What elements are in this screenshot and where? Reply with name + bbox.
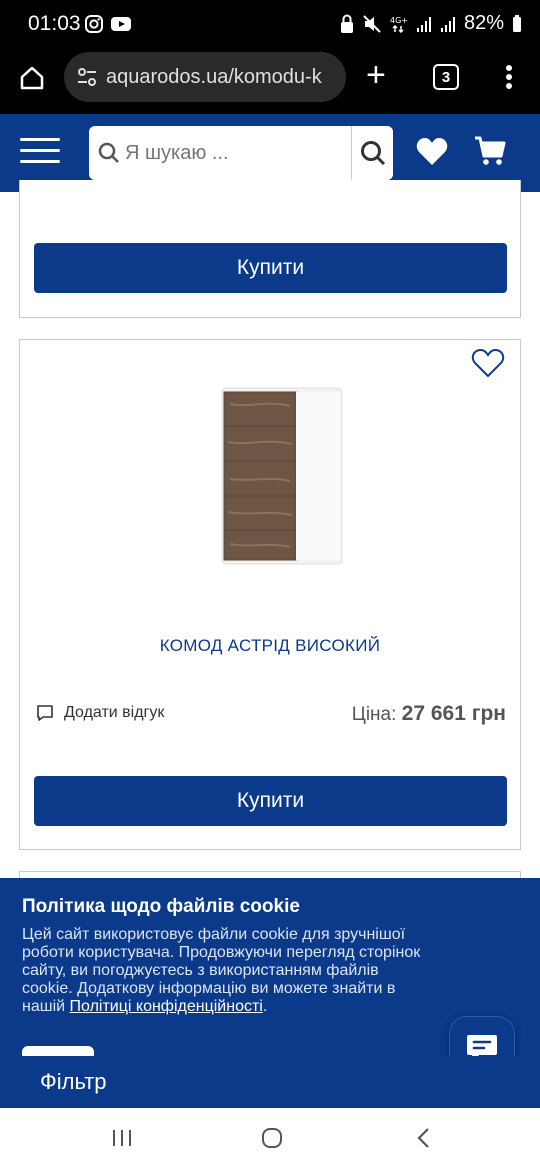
youtube-icon bbox=[111, 17, 131, 31]
search-submit-button[interactable] bbox=[351, 126, 393, 180]
filter-label: Фільтр bbox=[40, 1069, 107, 1094]
lock-icon bbox=[340, 14, 353, 33]
hamburger-menu-icon[interactable] bbox=[20, 138, 60, 166]
status-time: 01:03 bbox=[28, 12, 81, 35]
more-menu-icon[interactable] bbox=[505, 64, 513, 90]
product-image[interactable] bbox=[220, 384, 344, 566]
url-text: aquarodos.ua/komodu-k bbox=[106, 65, 322, 88]
home-icon[interactable] bbox=[18, 64, 46, 92]
instagram-icon bbox=[85, 15, 103, 33]
home-nav-icon[interactable] bbox=[260, 1126, 284, 1150]
product-price: Ціна: 27 661 грн bbox=[352, 702, 506, 726]
svg-text:4G+: 4G+ bbox=[390, 16, 408, 25]
battery-icon bbox=[513, 14, 521, 32]
new-tab-button[interactable]: + bbox=[366, 58, 386, 92]
browser-toolbar: aquarodos.ua/komodu-k + 3 bbox=[0, 50, 540, 114]
privacy-policy-link[interactable]: Політиці конфіденційності bbox=[70, 998, 263, 1015]
price-value: 27 661 грн bbox=[401, 702, 506, 725]
filter-button[interactable]: Фільтр bbox=[0, 1056, 540, 1108]
battery-percent: 82% bbox=[463, 12, 504, 34]
status-bar: 01:03 4G+ 82% bbox=[0, 0, 540, 50]
system-nav-bar bbox=[0, 1108, 540, 1170]
search-input[interactable] bbox=[125, 126, 351, 180]
search-icon bbox=[98, 142, 119, 163]
search-box bbox=[89, 126, 393, 180]
buy-button-previous[interactable]: Купити bbox=[34, 243, 507, 293]
recent-apps-icon[interactable] bbox=[110, 1126, 134, 1150]
signal-icon bbox=[416, 16, 431, 32]
product-card: КОМОД АСТРІД ВИСОКИЙ Додати відгук Ціна:… bbox=[19, 339, 521, 850]
search-icon bbox=[360, 141, 385, 166]
product-name[interactable]: КОМОД АСТРІД ВИСОКИЙ bbox=[20, 636, 520, 656]
site-settings-icon[interactable] bbox=[76, 66, 98, 88]
back-nav-icon[interactable] bbox=[412, 1126, 436, 1150]
add-review-label: Додати відгук bbox=[64, 704, 165, 721]
product-card-previous: Купити bbox=[19, 180, 521, 318]
signal-icon-2 bbox=[440, 16, 455, 32]
comment-icon bbox=[37, 705, 53, 721]
tab-switcher-button[interactable]: 3 bbox=[433, 64, 459, 90]
price-label: Ціна: bbox=[351, 704, 397, 725]
add-to-wishlist-heart-icon[interactable] bbox=[470, 348, 506, 380]
cookie-text: Цей сайт використовує файли cookie для з… bbox=[22, 926, 421, 1015]
cart-icon[interactable] bbox=[473, 134, 507, 168]
address-bar[interactable]: aquarodos.ua/komodu-k bbox=[64, 52, 346, 102]
buy-button[interactable]: Купити bbox=[34, 776, 507, 826]
cookie-title: Політика щодо файлів cookie bbox=[22, 896, 300, 917]
mute-icon bbox=[363, 14, 381, 33]
wishlist-heart-icon[interactable] bbox=[415, 136, 449, 168]
add-review-link[interactable]: Додати відгук bbox=[36, 704, 164, 722]
4g-icon: 4G+ bbox=[390, 16, 408, 33]
